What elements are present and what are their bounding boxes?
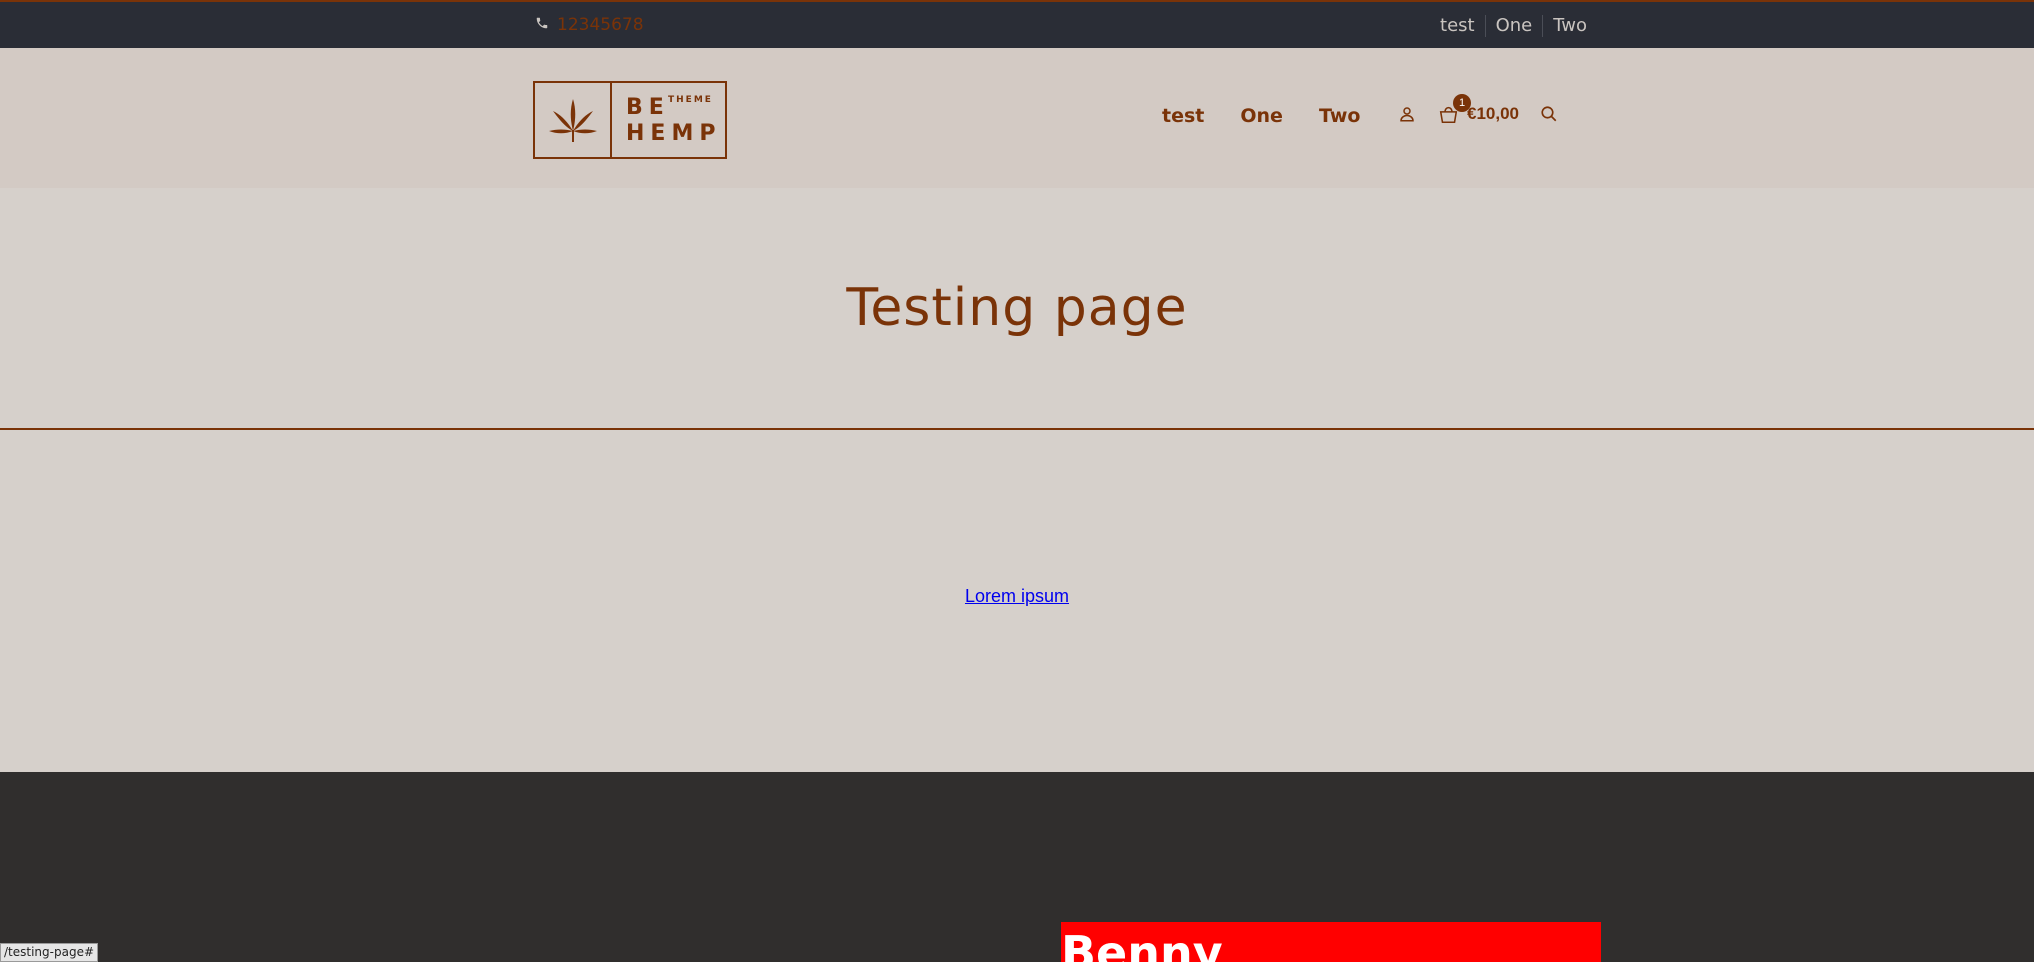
- header-actions: 1 €10,00: [1398, 94, 1558, 124]
- nav-item-two[interactable]: Two: [1319, 105, 1360, 127]
- logo-theme: THEME: [668, 95, 713, 105]
- phone-number[interactable]: 12345678: [557, 15, 644, 35]
- logo-text: BE THEME HEMP: [612, 83, 725, 157]
- footer-red-box: Benny: [1061, 922, 1601, 962]
- user-icon[interactable]: [1398, 105, 1416, 123]
- nav-item-test[interactable]: test: [1162, 105, 1204, 127]
- page-title: Testing page: [846, 278, 1188, 338]
- site-footer: Benny: [0, 772, 2034, 962]
- top-link-two[interactable]: Two: [1542, 15, 1587, 37]
- main-nav: test One Two: [1162, 105, 1360, 127]
- footer-red-box-text: Benny: [1061, 926, 1223, 962]
- top-link-one[interactable]: One: [1484, 15, 1543, 37]
- top-links: test One Two: [1440, 15, 1587, 37]
- search-icon[interactable]: [1540, 105, 1558, 123]
- cannabis-leaf-icon: [535, 83, 612, 157]
- site-logo[interactable]: BE THEME HEMP: [533, 81, 727, 159]
- top-bar: 12345678 test One Two: [0, 0, 2034, 48]
- logo-hemp: HEMP: [626, 121, 722, 146]
- top-link-test[interactable]: test: [1440, 15, 1485, 37]
- logo-be: BE: [626, 95, 670, 120]
- site-header: BE THEME HEMP test One Two 1 €10,00: [0, 48, 2034, 188]
- page-title-section: Testing page: [0, 188, 2034, 430]
- phone-icon: [535, 15, 549, 35]
- cart-total[interactable]: €10,00: [1467, 104, 1519, 124]
- page-content: Lorem ipsum: [0, 430, 2034, 772]
- browser-status-bar: /testing-page#: [0, 943, 98, 962]
- cart-count-badge: 1: [1453, 94, 1471, 112]
- cart-button[interactable]: 1 €10,00: [1438, 94, 1519, 124]
- nav-item-one[interactable]: One: [1240, 105, 1283, 127]
- lorem-ipsum-link[interactable]: Lorem ipsum: [0, 586, 2034, 607]
- phone-contact[interactable]: 12345678: [535, 15, 644, 35]
